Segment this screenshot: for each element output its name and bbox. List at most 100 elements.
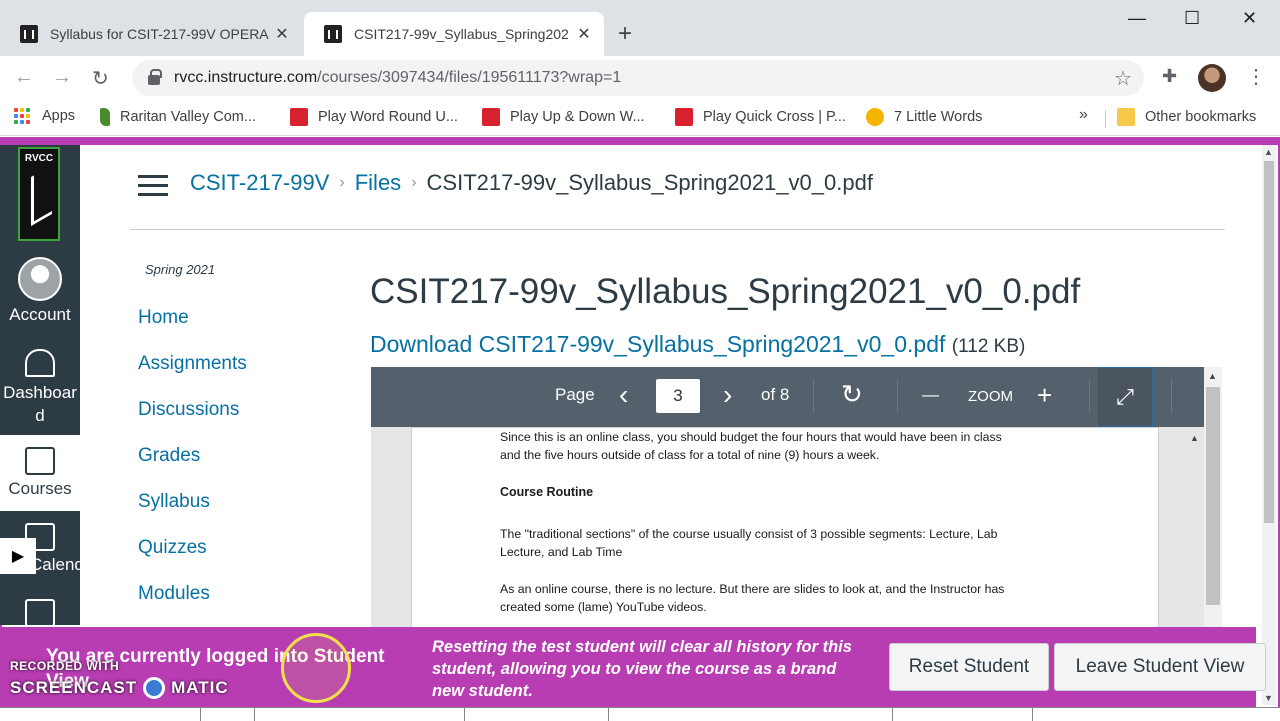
- back-arrow-icon[interactable]: ←: [14, 66, 34, 89]
- bookmark-up-down[interactable]: Play Up & Down W...: [482, 108, 645, 126]
- course-nav-assignments[interactable]: Assignments: [138, 348, 247, 394]
- new-tab-button[interactable]: +: [618, 20, 632, 48]
- bookmarks-separator: [1105, 110, 1106, 128]
- pdf-line: Lecture, and Lab Time: [500, 545, 623, 559]
- watermark-logo: SCREENCAST MATIC: [10, 677, 229, 699]
- scroll-up-arrow-icon[interactable]: ▲: [1208, 371, 1217, 381]
- toolbar-divider: [897, 379, 898, 413]
- watermark-recorded-with: RECORDED WITH: [10, 659, 120, 673]
- bookmark-apps[interactable]: Apps: [14, 108, 75, 124]
- scroll-up-arrow-icon[interactable]: ▲: [1190, 433, 1199, 443]
- bookmark-star-icon[interactable]: ☆: [1114, 66, 1132, 91]
- course-nav-syllabus[interactable]: Syllabus: [138, 486, 247, 532]
- nav-courses[interactable]: Courses: [0, 435, 80, 511]
- zoom-in-icon[interactable]: +: [1037, 380, 1052, 411]
- file-size: (112 KB): [951, 336, 1026, 357]
- tab-close-icon[interactable]: ✕: [272, 24, 292, 44]
- pdf-scrollbar[interactable]: ▲: [1186, 427, 1204, 627]
- fullscreen-expand-button[interactable]: ⤢: [1097, 367, 1153, 427]
- course-nav-modules[interactable]: Modules: [138, 578, 247, 624]
- leave-student-view-button[interactable]: Leave Student View: [1054, 643, 1266, 691]
- breadcrumb: CSIT-217-99V › Files › CSIT217-99v_Sylla…: [190, 170, 873, 196]
- nav-dashboard[interactable]: Dashboard: [0, 349, 80, 427]
- forward-arrow-icon[interactable]: →: [52, 66, 72, 89]
- courses-icon: [25, 447, 55, 475]
- bookmark-quick-cross[interactable]: Play Quick Cross | P...: [675, 108, 846, 126]
- nav-inbox[interactable]: [0, 599, 80, 625]
- bookmark-label: Raritan Valley Com...: [120, 109, 256, 125]
- scroll-down-arrow-icon[interactable]: ▼: [1264, 693, 1273, 703]
- raritan-leaf-icon: [100, 108, 110, 126]
- bookmark-raritan[interactable]: Raritan Valley Com...: [100, 108, 256, 126]
- bookmark-7-little-words[interactable]: 7 Little Words: [866, 108, 982, 126]
- breadcrumb-course-link[interactable]: CSIT-217-99V: [190, 170, 329, 196]
- breadcrumb-files-link[interactable]: Files: [355, 170, 401, 196]
- nav-label: Courses: [8, 479, 72, 498]
- screencast-record-icon: [143, 677, 166, 699]
- canvas-favicon-icon: [324, 25, 342, 43]
- pdf-line: As an online course, there is no lecture…: [500, 582, 1005, 596]
- course-menu-hamburger-icon[interactable]: [138, 175, 168, 202]
- tab-title: CSIT217-99v_Syllabus_Spring202: [354, 26, 569, 42]
- prev-page-chevron-icon[interactable]: ‹: [619, 379, 628, 411]
- pdf-page: Since this is an online class, you shoul…: [411, 427, 1159, 627]
- watermark-brand-left: SCREENCAST: [10, 678, 138, 697]
- profile-avatar[interactable]: [1198, 64, 1226, 92]
- scroll-up-arrow-icon[interactable]: ▲: [1264, 147, 1273, 157]
- browser-tab-syllabus[interactable]: Syllabus for CSIT-217-99V OPERA ✕: [0, 12, 302, 56]
- other-bookmarks[interactable]: Other bookmarks: [1117, 108, 1256, 126]
- bookmark-word-round[interactable]: Play Word Round U...: [290, 108, 458, 126]
- tab-title: Syllabus for CSIT-217-99V OPERA: [50, 26, 269, 42]
- next-page-chevron-icon[interactable]: ›: [723, 379, 732, 411]
- course-nav-discussions[interactable]: Discussions: [138, 394, 247, 440]
- address-bar[interactable]: rvcc.instructure.com /courses/3097434/fi…: [132, 60, 1144, 96]
- page-number-input[interactable]: 3: [656, 379, 700, 413]
- bookmark-label: Other bookmarks: [1145, 109, 1257, 125]
- header-divider: [130, 229, 1225, 230]
- zoom-out-icon[interactable]: —: [922, 385, 939, 405]
- rvcc-logo[interactable]: RVCC: [18, 147, 60, 241]
- course-nav-grades[interactable]: Grades: [138, 440, 247, 486]
- pdf-line: created some (lame) YouTube videos.: [500, 600, 707, 614]
- course-nav-quizzes[interactable]: Quizzes: [138, 532, 247, 578]
- minimize-button[interactable]: —: [1128, 8, 1146, 29]
- bookmark-label: Play Quick Cross | P...: [703, 109, 846, 125]
- url-host: rvcc.instructure.com: [174, 69, 318, 86]
- inbox-icon: [25, 599, 55, 625]
- toolbar-divider: [1171, 379, 1172, 413]
- lock-icon: [148, 69, 162, 85]
- bookmarks-overflow-icon[interactable]: »: [1079, 106, 1088, 124]
- pdf-paragraph: The "traditional sections" of the course…: [500, 525, 1100, 561]
- browser-menu-icon[interactable]: ⋮: [1246, 64, 1266, 89]
- pdf-line: and the five hours outside of class for …: [500, 448, 880, 462]
- course-nav-home[interactable]: Home: [138, 302, 247, 348]
- pdf-line: The "traditional sections" of the course…: [500, 527, 998, 541]
- scrollbar-thumb[interactable]: [1206, 387, 1220, 605]
- play-icon[interactable]: ▶: [0, 538, 36, 574]
- maximize-button[interactable]: ☐: [1184, 8, 1200, 29]
- rotate-icon[interactable]: ↻: [841, 379, 863, 410]
- browser-tab-pdf[interactable]: CSIT217-99v_Syllabus_Spring202 ✕: [304, 12, 604, 56]
- window-close-button[interactable]: ✕: [1242, 8, 1257, 29]
- game-bookmark-icon: [675, 108, 693, 126]
- download-link[interactable]: Download CSIT217-99v_Syllabus_Spring2021…: [370, 331, 945, 357]
- nav-label: Dashboard: [3, 383, 77, 425]
- reload-icon[interactable]: ↻: [92, 66, 109, 91]
- nav-account[interactable]: Account: [0, 257, 80, 325]
- bookmark-label: Play Up & Down W...: [510, 109, 645, 125]
- apps-grid-icon: [14, 108, 30, 124]
- browser-tab-strip: Syllabus for CSIT-217-99V OPERA ✕ CSIT21…: [0, 0, 1280, 56]
- smiley-icon: [866, 108, 884, 126]
- scrollbar-thumb[interactable]: [1264, 161, 1274, 523]
- bookmark-label: 7 Little Words: [894, 109, 983, 125]
- reset-student-button[interactable]: Reset Student: [889, 643, 1049, 691]
- breadcrumb-separator: ›: [339, 174, 345, 191]
- course-navigation: Home Assignments Discussions Grades Syll…: [138, 302, 247, 624]
- page-scrollbar[interactable]: ▲ ▼: [1262, 145, 1276, 705]
- table-edge: [892, 708, 893, 721]
- logo-text: RVCC: [24, 153, 54, 164]
- extensions-puzzle-icon[interactable]: ✚: [1162, 66, 1177, 87]
- viewer-frame-scrollbar[interactable]: ▲: [1204, 367, 1222, 627]
- pdf-paragraph: As an online course, there is no lecture…: [500, 580, 1100, 616]
- tab-close-icon[interactable]: ✕: [574, 24, 594, 44]
